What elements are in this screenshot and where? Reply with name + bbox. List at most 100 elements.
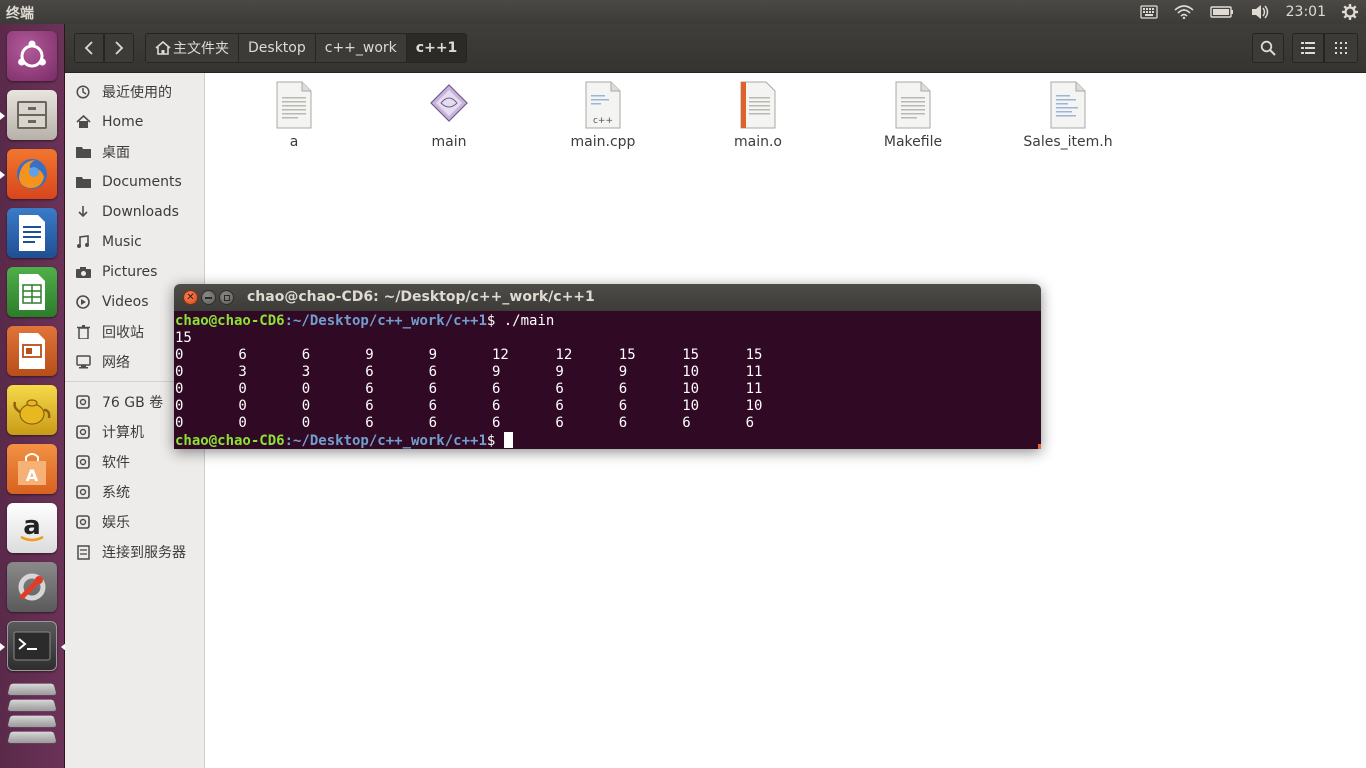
terminal-titlebar[interactable]: ✕ chao@chao-CD6: ~/Desktop/c++_work/c++1 <box>174 284 1041 311</box>
file-item-main[interactable]: main <box>384 81 514 150</box>
sidebar-item-desktop[interactable]: 桌面 <box>65 139 205 165</box>
terminal-output-cell: 0 <box>175 364 184 380</box>
sidebar-item-recent[interactable]: 最近使用的 <box>65 79 205 105</box>
path-bar: 主文件夹 Desktop c++_work c++1 <box>145 33 468 63</box>
file-item-sales-item-h[interactable]: Sales_item.h <box>1003 81 1133 150</box>
home-icon <box>155 41 171 55</box>
sidebar-item-label: 网络 <box>102 355 130 371</box>
launcher-impress[interactable] <box>5 324 59 378</box>
list-view-icon <box>1301 42 1315 54</box>
chevron-left-icon <box>84 41 93 55</box>
sidebar-item-music[interactable]: Music <box>65 229 205 255</box>
firefox-icon <box>7 149 57 199</box>
prompt-user: chao@chao-CD6 <box>175 433 285 449</box>
sidebar-item-label: 软件 <box>102 455 130 471</box>
path-crumb-desktop[interactable]: Desktop <box>239 33 316 63</box>
drive-icon <box>74 515 92 529</box>
terminal-output-cell: 10 <box>745 398 763 414</box>
terminal-output-cell: 0 <box>175 381 184 397</box>
file-item-a[interactable]: a <box>229 81 359 150</box>
sidebar-item-software[interactable]: 软件 <box>65 449 205 475</box>
terminal-output-cell: 6 <box>365 364 374 380</box>
launcher-system-settings[interactable] <box>5 560 59 614</box>
terminal-output-cell: 9 <box>555 364 564 380</box>
camera-icon <box>74 266 92 278</box>
prompt-path: :~/Desktop/c++_work/c++1 <box>284 433 487 449</box>
gear-icon[interactable] <box>1342 4 1358 20</box>
terminal-output-cell: 6 <box>365 415 374 431</box>
forward-button[interactable] <box>104 33 134 63</box>
sidebar-item-label: Music <box>102 234 142 250</box>
terminal-output-cell: 0 <box>301 398 311 414</box>
path-crumb-cpp1[interactable]: c++1 <box>406 33 468 63</box>
terminal-output-cell: 0 <box>175 398 184 414</box>
terminal-output-cell: 9 <box>365 347 374 363</box>
back-button[interactable] <box>74 33 104 63</box>
terminal-output-cell: 0 <box>175 415 184 431</box>
clock[interactable]: 23:01 <box>1286 4 1326 20</box>
search-button[interactable] <box>1252 33 1284 63</box>
sidebar-item-home[interactable]: Home <box>65 109 205 135</box>
sidebar-item-documents[interactable]: Documents <box>65 169 205 195</box>
close-icon: ✕ <box>186 291 195 303</box>
terminal-output-cell: 6 <box>492 381 501 397</box>
terminal-output-cell: 0 <box>301 381 311 397</box>
launcher-teapot[interactable] <box>5 383 59 437</box>
keyboard-icon[interactable] <box>1139 5 1158 19</box>
launcher-writer[interactable] <box>5 206 59 260</box>
terminal-window[interactable]: ✕ chao@chao-CD6: ~/Desktop/c++_work/c++1… <box>174 284 1041 449</box>
top-panel: 终端 23:01 <box>0 0 1366 24</box>
terminal-output-cell: 0 <box>301 415 311 431</box>
sidebar-item-label: 计算机 <box>102 425 144 441</box>
impress-icon <box>7 326 57 376</box>
terminal-output-cell: 6 <box>555 415 564 431</box>
path-crumb-home[interactable]: 主文件夹 <box>145 33 239 63</box>
list-view-button[interactable] <box>1292 33 1324 63</box>
chevron-right-icon <box>115 41 124 55</box>
path-crumb-label: 主文件夹 <box>173 41 229 57</box>
battery-icon[interactable] <box>1209 6 1234 18</box>
launcher-files[interactable] <box>0 88 59 142</box>
launcher-dash[interactable] <box>5 29 59 83</box>
terminal-output-cell: 0 <box>238 415 247 431</box>
sidebar-item-pictures[interactable]: Pictures <box>65 259 205 285</box>
wifi-icon[interactable] <box>1174 5 1194 19</box>
grid-view-button[interactable] <box>1324 33 1358 63</box>
file-item-main-o[interactable]: main.o <box>693 81 823 150</box>
file-item-main-cpp[interactable]: c++ main.cpp <box>538 81 668 150</box>
sidebar-item-connect-server[interactable]: 连接到服务器 <box>65 539 205 565</box>
terminal-output-cell: 6 <box>492 415 501 431</box>
object-file-icon <box>740 81 776 129</box>
terminal-output-cell: 6 <box>555 381 564 397</box>
maximize-button[interactable] <box>219 290 234 305</box>
launcher-terminal[interactable] <box>0 619 66 673</box>
clock-icon <box>74 85 92 99</box>
terminal-output-cell: 0 <box>175 347 184 363</box>
terminal-output[interactable]: chao@chao-CD6:~/Desktop/c++_work/c++1$ .… <box>174 311 1041 449</box>
launcher-workspaces[interactable] <box>5 678 59 748</box>
terminal-prompt-line: chao@chao-CD6:~/Desktop/c++_work/c++1$ <box>175 432 513 449</box>
shopping-bag-icon: A <box>7 444 57 494</box>
terminal-output-cell: 10 <box>682 381 700 397</box>
launcher-amazon[interactable]: a <box>5 501 59 555</box>
launcher-software-center[interactable]: A <box>5 442 59 496</box>
file-item-makefile[interactable]: Makefile <box>848 81 978 150</box>
sidebar-item-system[interactable]: 系统 <box>65 479 205 505</box>
sidebar-item-label: Home <box>102 114 144 130</box>
launcher-calc[interactable] <box>5 265 59 319</box>
folder-icon <box>74 176 92 188</box>
drive-icon <box>74 485 92 499</box>
drive-icon <box>74 455 92 469</box>
maximize-icon <box>223 294 230 301</box>
volume-icon[interactable] <box>1250 4 1270 20</box>
sidebar-item-downloads[interactable]: Downloads <box>65 199 205 225</box>
path-crumb-cpp-work[interactable]: c++_work <box>315 33 407 63</box>
launcher-firefox[interactable] <box>0 147 59 201</box>
sidebar-item-label: 连接到服务器 <box>102 545 186 561</box>
terminal-output-cell: 6 <box>555 398 564 414</box>
search-icon <box>1260 40 1276 56</box>
close-button[interactable]: ✕ <box>183 290 198 305</box>
terminal-output-cell: 10 <box>682 364 700 380</box>
sidebar-item-entertainment[interactable]: 娱乐 <box>65 509 205 535</box>
minimize-button[interactable] <box>201 290 216 305</box>
